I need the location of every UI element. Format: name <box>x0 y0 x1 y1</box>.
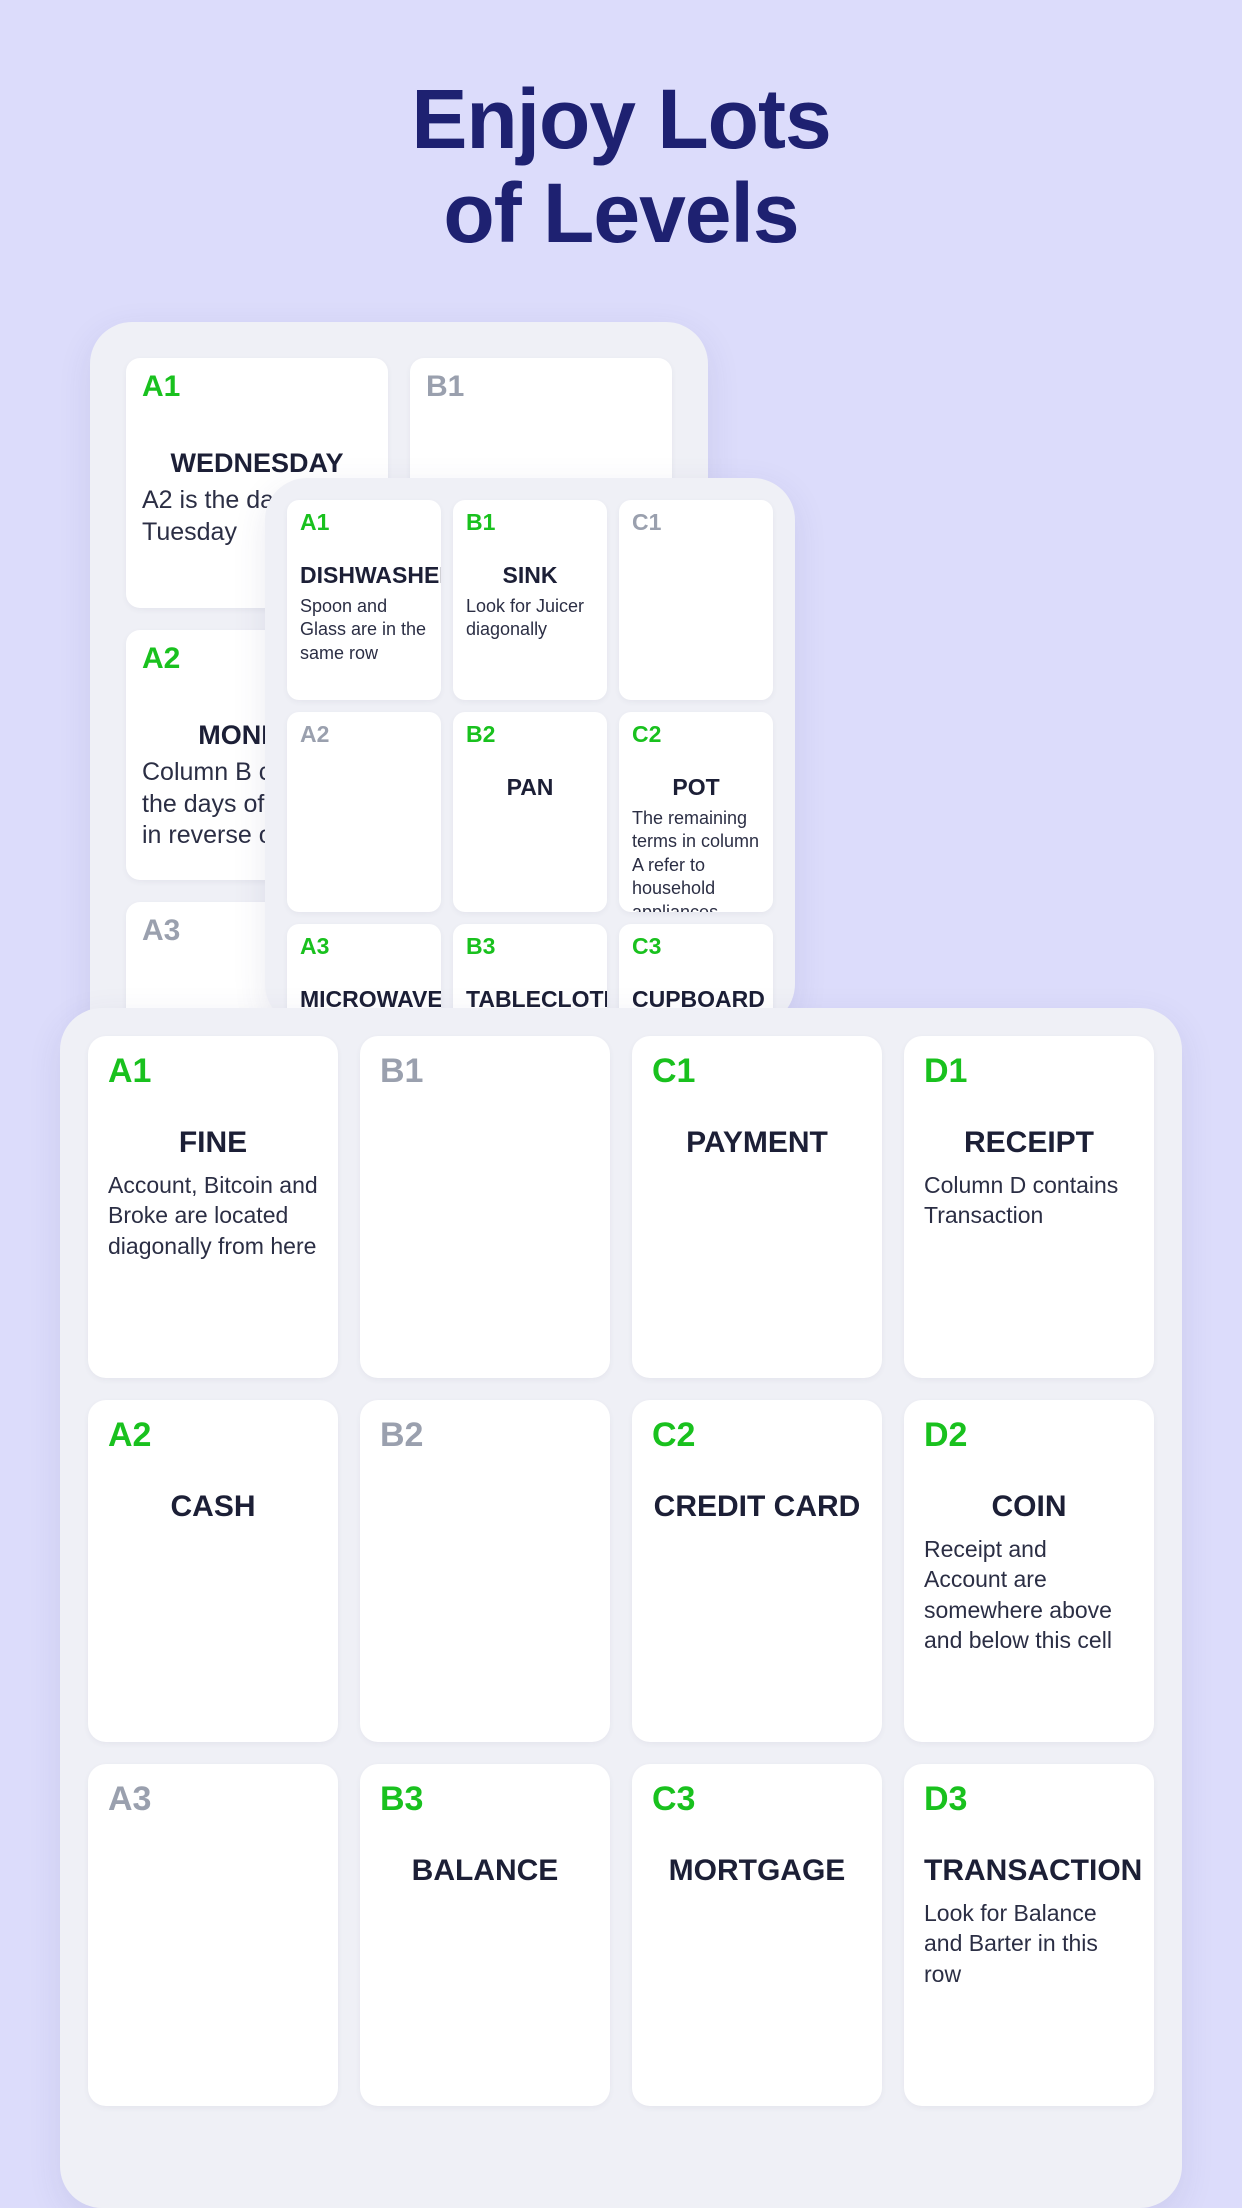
puzzle-cell-word: CASH <box>170 1490 256 1523</box>
puzzle-cell-word: POT <box>672 774 720 800</box>
puzzle-cell[interactable]: B2 PAN <box>453 712 607 912</box>
puzzle-cell-label: B2 <box>380 1416 424 1454</box>
puzzle-cell-label: C2 <box>632 721 662 747</box>
puzzle-cell-word: SINK <box>502 562 558 588</box>
puzzle-cell-label: C1 <box>652 1052 696 1090</box>
puzzle-cell-label: A1 <box>300 509 330 535</box>
puzzle-cell[interactable]: B1 <box>360 1036 610 1378</box>
puzzle-cell-label: B1 <box>466 509 496 535</box>
puzzle-cell-word: COIN <box>991 1490 1067 1523</box>
puzzle-cell-hint: Receipt and Account are somewhere above … <box>924 1536 1112 1654</box>
puzzle-cell[interactable]: A2 <box>287 712 441 912</box>
puzzle-cell[interactable]: A3 <box>88 1764 338 2106</box>
puzzle-cell[interactable]: B1 SINK Look for Juicer diagonally <box>453 500 607 700</box>
puzzle-cell-word: FINE <box>178 1126 248 1159</box>
puzzle-cell[interactable]: D3 TRANSACTION Look for Balance and Barter… <box>904 1764 1154 2106</box>
puzzle-cell-label: C3 <box>632 933 662 959</box>
puzzle-cell[interactable]: D1 RECEIPT Column D contains Transaction <box>904 1036 1154 1378</box>
puzzle-cell-label: A1 <box>108 1052 152 1090</box>
puzzle-cell[interactable]: A2 CASH <box>88 1400 338 1742</box>
puzzle-cell-label: C1 <box>632 509 662 535</box>
puzzle-cell-word: DISHWASHER <box>300 562 441 588</box>
page-title-line-1: Enjoy Lots <box>411 72 831 166</box>
puzzle-cell-word: BALANCE <box>411 1854 559 1887</box>
puzzle-cell-word: PAN <box>506 774 554 800</box>
puzzle-cell-label: B3 <box>380 1780 424 1818</box>
page-title-line-2: of Levels <box>443 166 799 261</box>
puzzle-cell-label: D2 <box>924 1416 968 1454</box>
puzzle-cell-label: B2 <box>466 721 496 747</box>
puzzle-cell[interactable]: B2 <box>360 1400 610 1742</box>
page-title: Enjoy Lots of Levels <box>0 72 1242 260</box>
puzzle-cell-label: A2 <box>108 1416 152 1454</box>
puzzle-cell-hint: The remaining terms in column A refer to… <box>632 808 760 912</box>
puzzle-card-kitchen[interactable]: A1 DISHWASHER Spoon and Glass are in the s… <box>265 478 795 1026</box>
puzzle-cell[interactable]: D2 COIN Receipt and Account are somewhere … <box>904 1400 1154 1742</box>
puzzle-grid-kitchen: A1 DISHWASHER Spoon and Glass are in the s… <box>287 500 773 1026</box>
puzzle-cell[interactable]: C1 <box>619 500 773 700</box>
puzzle-cell-label: A3 <box>108 1780 152 1818</box>
puzzle-cell[interactable]: A1 FINE Account, Bitcoin and Broke are loc… <box>88 1036 338 1378</box>
puzzle-cell-hint: Column D contains Transaction <box>924 1172 1119 1229</box>
puzzle-cell[interactable]: B3 BALANCE <box>360 1764 610 2106</box>
puzzle-cell[interactable]: C1 PAYMENT <box>632 1036 882 1378</box>
puzzle-cell[interactable]: C3 MORTGAGE <box>632 1764 882 2106</box>
puzzle-cell[interactable]: C2 CREDIT CARD <box>632 1400 882 1742</box>
puzzle-cell-hint: Look for Juicer diagonally <box>466 596 585 640</box>
puzzle-cell-label: C2 <box>652 1416 696 1454</box>
puzzle-cell-word: PAYMENT <box>686 1126 828 1159</box>
puzzle-cell[interactable]: A1 DISHWASHER Spoon and Glass are in the s… <box>287 500 441 700</box>
puzzle-cell-word: CREDIT CARD <box>653 1490 861 1523</box>
puzzle-cell-word: RECEIPT <box>963 1126 1095 1159</box>
puzzle-cell-label: A2 <box>300 721 330 747</box>
puzzle-cell-label: B3 <box>466 933 496 959</box>
puzzle-card-finance[interactable]: A1 FINE Account, Bitcoin and Broke are loc… <box>60 1008 1182 2208</box>
puzzle-cell-label: C3 <box>652 1780 696 1818</box>
puzzle-cell-hint: Spoon and Glass are in the same row <box>300 596 427 663</box>
puzzle-cell-label: A3 <box>300 933 330 959</box>
puzzle-cell-label: A1 <box>142 370 181 403</box>
puzzle-cell-word: TRANSACTION <box>924 1854 1143 1887</box>
puzzle-cell-word: MORTGAGE <box>668 1854 846 1887</box>
puzzle-cell-word: WEDNESDAY <box>170 448 344 478</box>
puzzle-cell-label: D1 <box>924 1052 968 1090</box>
puzzle-cell[interactable]: C2 POT The remaining terms in column A ref… <box>619 712 773 912</box>
puzzle-cell-hint: Account, Bitcoin and Broke are located d… <box>108 1172 318 1259</box>
puzzle-cell-label: D3 <box>924 1780 968 1818</box>
puzzle-cell-hint: Look for Balance and Barter in this row <box>924 1900 1098 1987</box>
puzzle-cell-label: B1 <box>380 1052 424 1090</box>
puzzle-grid-finance: A1 FINE Account, Bitcoin and Broke are loc… <box>88 1036 1154 2180</box>
puzzle-cell-label: B1 <box>426 370 465 403</box>
